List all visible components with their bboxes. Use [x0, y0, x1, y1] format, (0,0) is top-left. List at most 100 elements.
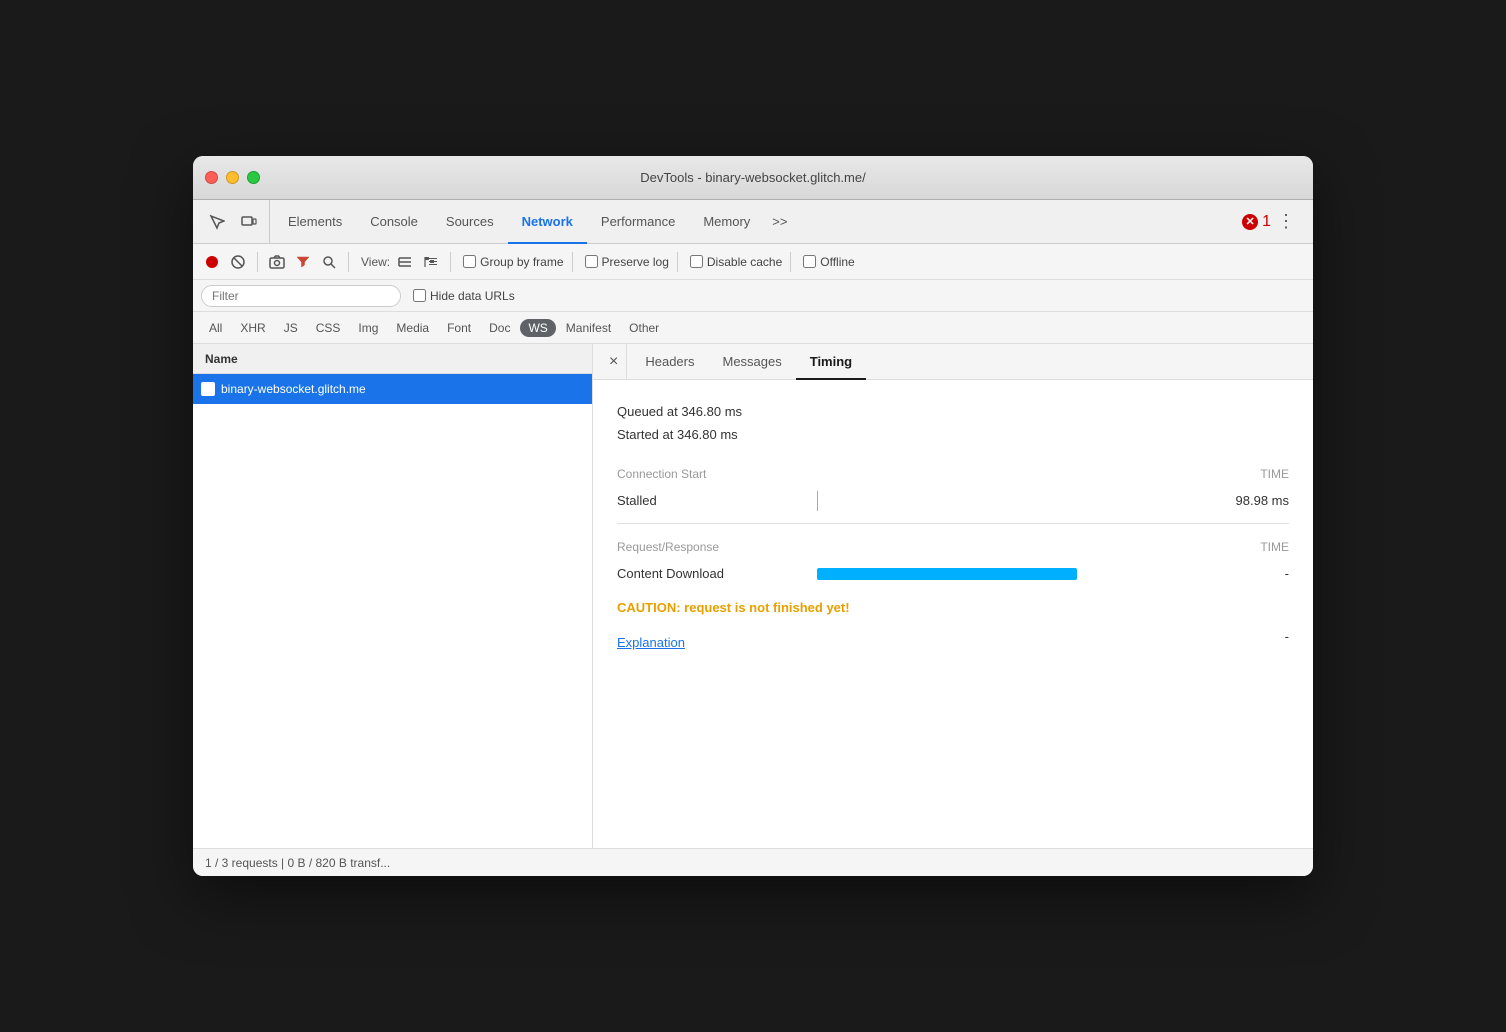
- time-label-2: TIME: [1260, 540, 1289, 554]
- tab-memory[interactable]: Memory: [689, 200, 764, 244]
- toolbar-end: ✕ 1 ⋮: [1234, 200, 1309, 243]
- titlebar: DevTools - binary-websocket.glitch.me/: [193, 156, 1313, 200]
- tab-console[interactable]: Console: [356, 200, 432, 244]
- separator-6: [790, 252, 791, 272]
- type-filter-font[interactable]: Font: [439, 319, 479, 337]
- details-tabs: × Headers Messages Timing: [593, 344, 1313, 380]
- tab-more[interactable]: >>: [764, 200, 795, 243]
- devtools-left-icons: [197, 200, 270, 243]
- status-text: 1 / 3 requests | 0 B / 820 B transf...: [205, 856, 390, 870]
- type-filter-ws[interactable]: WS: [520, 319, 555, 337]
- separator-3: [450, 252, 451, 272]
- caution-text: CAUTION: request is not finished yet!: [617, 600, 1289, 615]
- request-item[interactable]: binary-websocket.glitch.me: [193, 374, 592, 404]
- record-button[interactable]: [201, 251, 223, 273]
- inspect-icon[interactable]: [205, 210, 229, 234]
- window-title: DevTools - binary-websocket.glitch.me/: [640, 170, 865, 185]
- error-badge[interactable]: ✕ 1: [1242, 213, 1271, 231]
- maximize-button[interactable]: [247, 171, 260, 184]
- disable-cache-group: Disable cache: [690, 255, 782, 269]
- timing-content: Queued at 346.80 ms Started at 346.80 ms…: [593, 380, 1313, 848]
- close-button[interactable]: [205, 171, 218, 184]
- type-filter-media[interactable]: Media: [388, 319, 437, 337]
- separator-1: [257, 252, 258, 272]
- tab-elements[interactable]: Elements: [274, 200, 356, 244]
- status-bar: 1 / 3 requests | 0 B / 820 B transf...: [193, 848, 1313, 876]
- detail-tab-headers[interactable]: Headers: [631, 344, 708, 380]
- view-label: View:: [361, 255, 390, 269]
- content-download-row: Content Download -: [617, 560, 1289, 588]
- clear-button[interactable]: [227, 251, 249, 273]
- separator-4: [572, 252, 573, 272]
- type-filter-xhr[interactable]: XHR: [232, 319, 273, 337]
- request-icon: [201, 382, 215, 396]
- type-filter-row: All XHR JS CSS Img Media Font Doc WS Man…: [193, 312, 1313, 344]
- stalled-row: Stalled 98.98 ms: [617, 487, 1289, 515]
- minimize-button[interactable]: [226, 171, 239, 184]
- main-tab-bar: Elements Console Sources Network Perform…: [193, 200, 1313, 244]
- filter-row: Hide data URLs: [193, 280, 1313, 312]
- group-by-frame-label[interactable]: Group by frame: [480, 255, 563, 269]
- stalled-bar-area: [817, 491, 1209, 511]
- filter-icon[interactable]: [292, 251, 314, 273]
- type-filter-all[interactable]: All: [201, 319, 230, 337]
- view-list-icon[interactable]: [394, 251, 416, 273]
- close-detail-button[interactable]: ×: [601, 344, 627, 379]
- separator-5: [677, 252, 678, 272]
- request-name: binary-websocket.glitch.me: [221, 382, 366, 396]
- traffic-lights: [205, 171, 260, 184]
- details-panel: × Headers Messages Timing Queued at 346.…: [593, 344, 1313, 848]
- offline-checkbox[interactable]: [803, 255, 816, 268]
- preserve-log-label[interactable]: Preserve log: [602, 255, 669, 269]
- tab-sources[interactable]: Sources: [432, 200, 508, 244]
- explanation-dash: -: [1209, 629, 1289, 644]
- content-download-bar: [817, 568, 1077, 580]
- more-options-button[interactable]: ⋮: [1271, 211, 1301, 232]
- timing-meta: Queued at 346.80 ms Started at 346.80 ms: [617, 400, 1289, 447]
- content-download-value: -: [1209, 566, 1289, 581]
- detail-tab-timing[interactable]: Timing: [796, 344, 866, 380]
- hide-data-urls-label[interactable]: Hide data URLs: [430, 289, 515, 303]
- tab-network[interactable]: Network: [508, 200, 587, 244]
- view-waterfall-icon[interactable]: [420, 251, 442, 273]
- type-filter-img[interactable]: Img: [350, 319, 386, 337]
- explanation-row: Explanation -: [617, 623, 1289, 650]
- content-download-label: Content Download: [617, 566, 817, 581]
- type-filter-other[interactable]: Other: [621, 319, 667, 337]
- disable-cache-label[interactable]: Disable cache: [707, 255, 782, 269]
- stalled-label: Stalled: [617, 493, 817, 508]
- type-filter-js[interactable]: JS: [276, 319, 306, 337]
- main-content: Name binary-websocket.glitch.me × Header…: [193, 344, 1313, 848]
- controls-toolbar: View: Group by frame: [193, 244, 1313, 280]
- requests-panel: Name binary-websocket.glitch.me: [193, 344, 593, 848]
- device-toggle-icon[interactable]: [237, 210, 261, 234]
- time-label-1: TIME: [1260, 467, 1289, 481]
- tab-performance[interactable]: Performance: [587, 200, 689, 244]
- stalled-divider: [817, 491, 818, 511]
- content-download-bar-area: [817, 568, 1209, 580]
- stalled-value: 98.98 ms: [1209, 493, 1289, 508]
- request-response-section: Request/Response TIME: [617, 540, 1289, 554]
- preserve-log-checkbox[interactable]: [585, 255, 598, 268]
- type-filter-manifest[interactable]: Manifest: [558, 319, 619, 337]
- filter-input[interactable]: [201, 285, 401, 307]
- request-response-label: Request/Response: [617, 540, 719, 554]
- preserve-log-group: Preserve log: [585, 255, 669, 269]
- hide-data-urls-checkbox[interactable]: [413, 289, 426, 302]
- offline-group: Offline: [803, 255, 854, 269]
- type-filter-css[interactable]: CSS: [308, 319, 349, 337]
- disable-cache-checkbox[interactable]: [690, 255, 703, 268]
- explanation-link[interactable]: Explanation: [617, 635, 685, 650]
- requests-list: binary-websocket.glitch.me: [193, 374, 592, 848]
- detail-tab-messages[interactable]: Messages: [708, 344, 795, 380]
- error-circle-icon: ✕: [1242, 214, 1258, 230]
- search-icon[interactable]: [318, 251, 340, 273]
- queued-at: Queued at 346.80 ms: [617, 400, 1289, 423]
- hide-data-urls-group: Hide data URLs: [413, 289, 515, 303]
- offline-label[interactable]: Offline: [820, 255, 854, 269]
- devtools-window: DevTools - binary-websocket.glitch.me/ E…: [193, 156, 1313, 876]
- group-by-frame-group: Group by frame: [463, 255, 563, 269]
- camera-icon[interactable]: [266, 251, 288, 273]
- type-filter-doc[interactable]: Doc: [481, 319, 518, 337]
- group-by-frame-checkbox[interactable]: [463, 255, 476, 268]
